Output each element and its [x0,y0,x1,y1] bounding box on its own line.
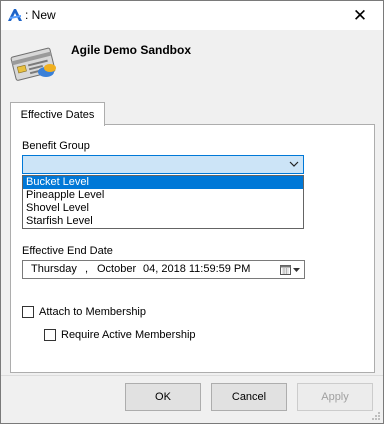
date-month[interactable]: October [97,263,136,275]
app-logo-icon [8,9,22,21]
cancel-button[interactable]: Cancel [211,383,287,411]
organization-title: Agile Demo Sandbox [71,43,192,57]
benefit-group-label: Benefit Group [22,140,90,152]
require-active-membership-label: Require Active Membership [61,329,196,341]
apply-button[interactable]: Apply [297,383,373,411]
header-panel: Agile Demo Sandbox [1,30,383,92]
effective-end-date-label: Effective End Date [22,245,113,257]
close-button[interactable]: ✕ [337,1,383,30]
date-separator: , [85,263,89,275]
attach-membership-label: Attach to Membership [39,306,146,318]
title-bar[interactable]: : New ✕ [1,1,383,30]
resize-grip-icon[interactable] [371,411,381,421]
window-title: : New [25,8,56,22]
chevron-down-icon [293,267,300,272]
dropdown-option[interactable]: Starfish Level [23,215,303,228]
dialog-window: : New ✕ Agile Demo Sandbox Effective Dat… [0,0,384,424]
require-active-membership-checkbox[interactable] [44,329,56,341]
dropdown-option[interactable]: Pineapple Level [23,189,303,202]
benefit-group-combo[interactable] [22,155,304,174]
calendar-button[interactable] [280,262,302,277]
benefit-group-dropdown-list[interactable]: Bucket Level Pineapple Level Shovel Leve… [22,175,304,229]
effective-end-date-picker[interactable]: Thursday , October 04, 2018 11:59:59 PM [22,260,305,279]
chevron-down-icon [289,161,299,167]
membership-card-icon [10,47,56,81]
ok-button[interactable]: OK [125,383,201,411]
date-weekday[interactable]: Thursday [31,263,77,275]
footer-divider [1,375,383,376]
dropdown-option[interactable]: Shovel Level [23,202,303,215]
attach-membership-checkbox[interactable] [22,306,34,318]
close-icon: ✕ [352,5,368,25]
date-day-year-time[interactable]: 04, 2018 11:59:59 PM [143,263,250,275]
calendar-icon [280,265,291,275]
dropdown-option[interactable]: Bucket Level [23,176,303,189]
tab-effective-dates[interactable]: Effective Dates [10,102,105,126]
tab-label: Effective Dates [20,108,95,121]
